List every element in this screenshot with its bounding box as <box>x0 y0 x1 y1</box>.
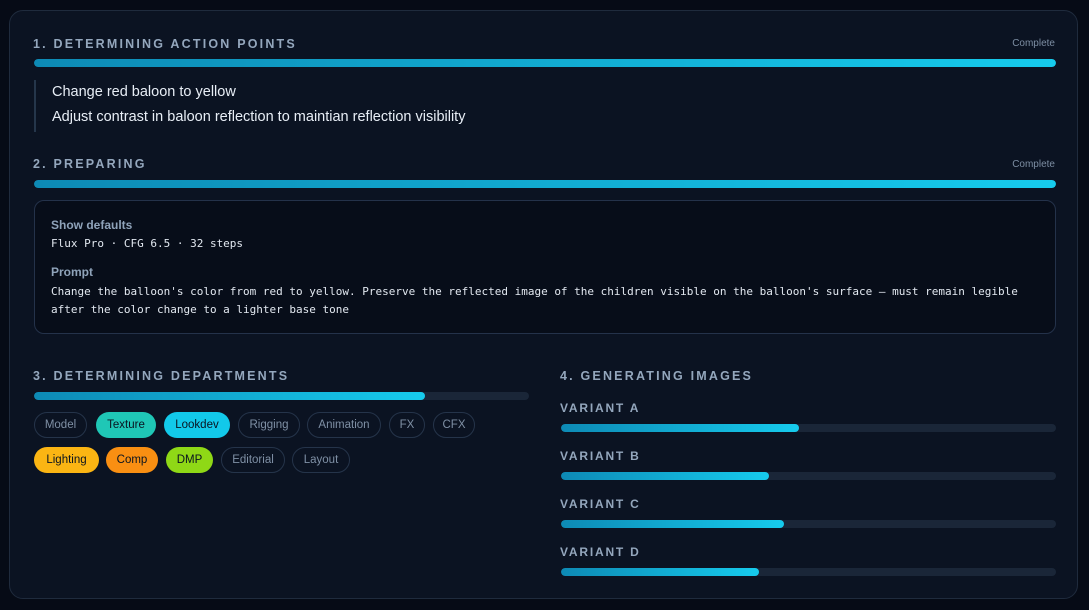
progress-fill-preparing <box>34 180 1056 188</box>
department-chip-rigging[interactable]: Rigging <box>238 412 300 438</box>
progress-bar-variant-a <box>561 424 1056 432</box>
show-defaults-toggle[interactable]: Show defaults <box>51 218 132 232</box>
progress-fill-variant-b <box>561 472 769 480</box>
prompt-text-line: after the color change to a lighter base… <box>51 303 350 316</box>
prompt-label: Prompt <box>51 265 93 279</box>
action-point-item: Change red baloon to yellow <box>52 84 236 100</box>
progress-bar-preparing <box>34 180 1056 188</box>
department-chip-lighting[interactable]: Lighting <box>34 447 99 473</box>
status-label-action-points: Complete <box>1012 38 1055 49</box>
department-chip-animation[interactable]: Animation <box>307 412 381 438</box>
department-chip-lookdev[interactable]: Lookdev <box>164 412 230 438</box>
progress-fill-variant-c <box>561 520 784 528</box>
action-point-item: Adjust contrast in baloon reflection to … <box>52 109 466 125</box>
progress-fill-action-points <box>34 59 1056 67</box>
department-chip-cfx[interactable]: CFX <box>433 412 475 438</box>
variant-label: VARIANT A <box>560 401 641 415</box>
pipeline-panel: 1. DETERMINING ACTION POINTS Complete Ch… <box>9 10 1078 599</box>
department-chip-dmp[interactable]: DMP <box>166 447 213 473</box>
defaults-box: Show defaults Flux Pro · CFG 6.5 · 32 st… <box>34 200 1056 334</box>
progress-bar-variant-c <box>561 520 1056 528</box>
defaults-value: Flux Pro · CFG 6.5 · 32 steps <box>51 237 244 250</box>
section-title-generating: 4. GENERATING IMAGES <box>560 369 754 383</box>
progress-fill-departments <box>34 392 426 400</box>
progress-bar-departments <box>34 392 529 400</box>
prompt-text-line: Change the balloon's color from red to y… <box>51 285 1018 298</box>
progress-fill-variant-a <box>561 424 799 432</box>
department-chip-fx[interactable]: FX <box>389 412 425 438</box>
progress-bar-variant-d <box>561 568 1056 576</box>
action-points-list: Change red baloon to yellow Adjust contr… <box>34 80 465 132</box>
department-chip-model[interactable]: Model <box>34 412 87 438</box>
section-title-action-points: 1. DETERMINING ACTION POINTS <box>33 37 297 51</box>
department-chip-texture[interactable]: Texture <box>96 412 156 438</box>
progress-bar-action-points <box>34 59 1056 67</box>
status-label-preparing: Complete <box>1012 159 1055 170</box>
progress-fill-variant-d <box>561 568 759 576</box>
variant-label: VARIANT D <box>560 545 641 559</box>
section-title-departments: 3. DETERMINING DEPARTMENTS <box>33 369 290 383</box>
department-chip-comp[interactable]: Comp <box>106 447 158 473</box>
section-title-preparing: 2. PREPARING <box>33 157 147 171</box>
variant-label: VARIANT C <box>560 497 641 511</box>
progress-bar-variant-b <box>561 472 1056 480</box>
department-chip-editorial[interactable]: Editorial <box>221 447 285 473</box>
department-chip-layout[interactable]: Layout <box>292 447 350 473</box>
variant-label: VARIANT B <box>560 449 641 463</box>
